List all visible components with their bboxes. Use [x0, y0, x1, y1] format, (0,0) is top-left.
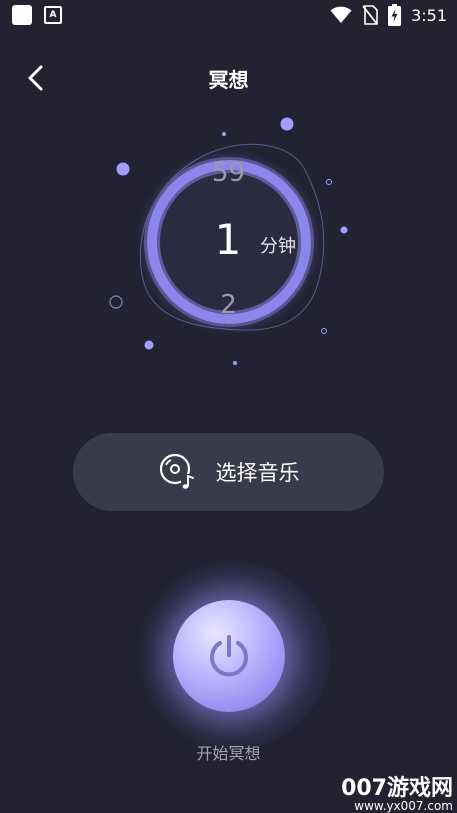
font-a-icon: A: [44, 6, 62, 24]
start-meditation-label: 开始冥想: [196, 744, 261, 763]
watermark-sub: www.yx007.com: [354, 799, 453, 813]
app-square-icon: [12, 5, 32, 25]
timer-picker[interactable]: 59 1 分钟 2: [0, 110, 457, 380]
picker-next-value[interactable]: 2: [0, 290, 457, 320]
status-right: 3:51: [330, 4, 447, 26]
status-time: 3:51: [411, 5, 447, 25]
watermark: 007游戏网 www.yx007.com: [341, 776, 453, 813]
status-left: A: [12, 5, 62, 25]
wifi-icon: [330, 6, 352, 23]
watermark-main: 007游戏网: [341, 776, 453, 801]
start-meditation-button[interactable]: [173, 600, 285, 712]
select-music-button[interactable]: 选择音乐: [73, 433, 384, 511]
no-sim-icon: [362, 5, 378, 25]
music-disc-icon: [159, 453, 195, 490]
status-bar: A 3:51: [0, 0, 457, 32]
page-title: 冥想: [208, 68, 249, 92]
picker-prev-value[interactable]: 59: [0, 158, 457, 188]
select-music-label: 选择音乐: [215, 461, 300, 485]
picker-current-value[interactable]: 1: [205, 215, 251, 264]
power-icon: [210, 635, 248, 677]
picker-unit-label: 分钟: [260, 236, 296, 257]
battery-charging-icon: [388, 4, 402, 26]
